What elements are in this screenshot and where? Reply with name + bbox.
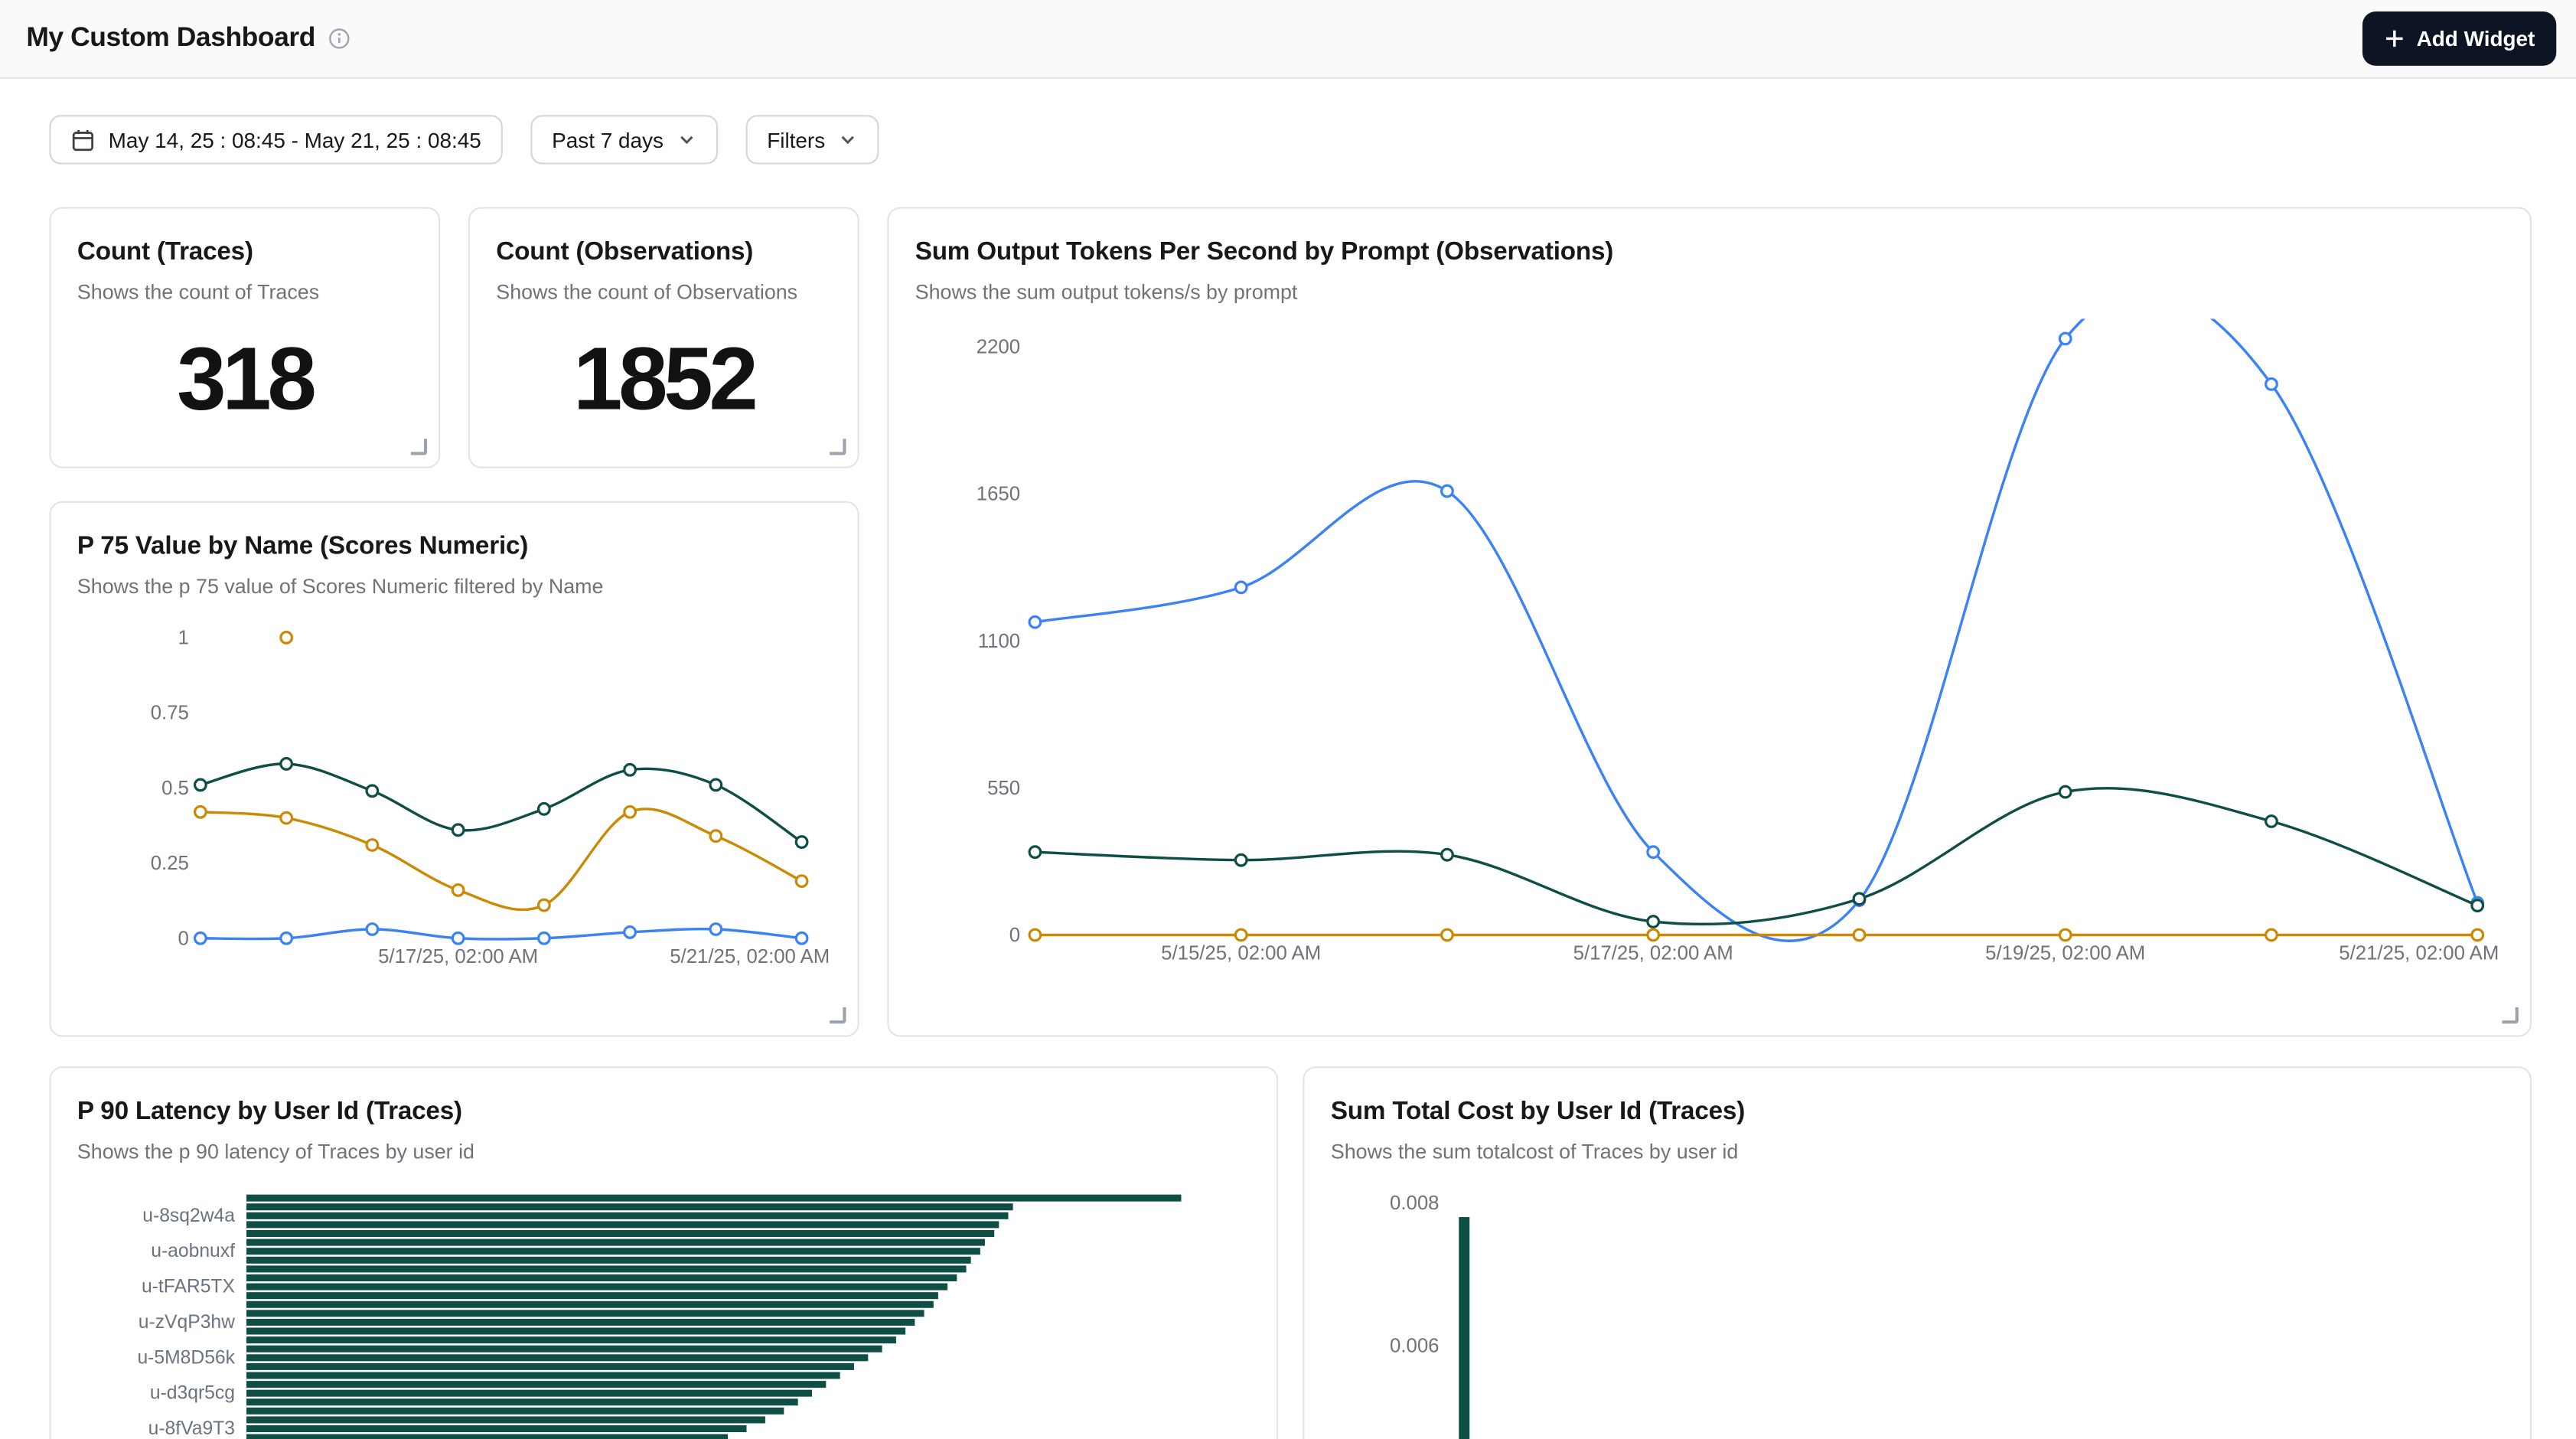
svg-text:u-aobnuxf: u-aobnuxf [151, 1241, 235, 1261]
range-preset-select[interactable]: Past 7 days [530, 115, 718, 164]
calendar-icon [70, 127, 95, 152]
svg-text:1: 1 [178, 628, 189, 649]
widget-p75-value[interactable]: P 75 Value by Name (Scores Numeric) Show… [49, 501, 859, 1037]
widget-subtitle: Shows the sum output tokens/s by prompt [915, 279, 2504, 305]
svg-text:u-zVqP3hw: u-zVqP3hw [139, 1312, 235, 1333]
widget-count-observations[interactable]: Count (Observations) Shows the count of … [468, 207, 859, 468]
widget-title: Sum Output Tokens Per Second by Prompt (… [915, 238, 2504, 268]
date-range-value: May 14, 25 : 08:45 - May 21, 25 : 08:45 [109, 127, 481, 152]
svg-text:5/21/25, 02:00 AM: 5/21/25, 02:00 AM [2339, 943, 2499, 964]
svg-text:5/21/25, 02:00 AM: 5/21/25, 02:00 AM [670, 946, 830, 967]
svg-text:0.008: 0.008 [1390, 1193, 1439, 1214]
page-title: My Custom Dashboard [26, 23, 315, 54]
svg-text:5/19/25, 02:00 AM: 5/19/25, 02:00 AM [1985, 943, 2145, 964]
svg-text:0.75: 0.75 [151, 703, 189, 724]
svg-text:0: 0 [1009, 925, 1020, 946]
dashboard-header: My Custom Dashboard Add Widget [0, 0, 2576, 79]
svg-text:u-d3qr5cg: u-d3qr5cg [150, 1383, 235, 1404]
widget-subtitle: Shows the count of Observations [496, 279, 831, 305]
sum-output-tokens-chart[interactable]: 0 550 1100 1650 2200 5/15/25, 02:00 AM 5/17/25… [915, 318, 2507, 976]
widget-grid-top: Count (Traces) Shows the count of Traces… [49, 207, 2532, 1036]
p75-value-chart[interactable]: 0 0.25 0.5 0.75 1 5/17/25, 02:00 AM 5/21/25, 0… [77, 605, 838, 974]
svg-text:0.006: 0.006 [1390, 1336, 1439, 1357]
filters-label: Filters [767, 127, 825, 152]
resize-handle[interactable] [411, 439, 427, 455]
widget-subtitle: Shows the p 75 value of Scores Numeric f… [77, 573, 831, 599]
svg-text:u-8sq2w4a: u-8sq2w4a [142, 1206, 235, 1226]
resize-handle[interactable] [830, 1007, 846, 1023]
info-icon[interactable] [328, 28, 350, 49]
widget-count-traces[interactable]: Count (Traces) Shows the count of Traces… [49, 207, 440, 468]
resize-handle[interactable] [830, 439, 846, 455]
svg-text:550: 550 [987, 778, 1020, 799]
add-widget-label: Add Widget [2417, 26, 2535, 51]
svg-text:5/17/25, 02:00 AM: 5/17/25, 02:00 AM [378, 946, 538, 967]
toolbar: May 14, 25 : 08:45 - May 21, 25 : 08:45 … [49, 115, 2526, 164]
svg-text:u-5M8D56k: u-5M8D56k [137, 1347, 235, 1368]
svg-text:u-tFAR5TX: u-tFAR5TX [142, 1277, 235, 1297]
svg-text:1100: 1100 [978, 631, 1020, 652]
widget-title: Count (Traces) [77, 238, 412, 268]
widget-subtitle: Shows the p 90 latency of Traces by user… [77, 1139, 1251, 1165]
widget-p90-latency[interactable]: P 90 Latency by User Id (Traces) Shows t… [49, 1066, 1278, 1439]
svg-text:0: 0 [178, 928, 189, 949]
widget-title: P 75 Value by Name (Scores Numeric) [77, 533, 831, 563]
p90-latency-chart[interactable]: u-8sq2w4a u-aobnuxf u-tFAR5TX u-zVqP3hw u-5M… [77, 1185, 1257, 1439]
widget-subtitle: Shows the sum totalcost of Traces by use… [1331, 1139, 2504, 1165]
count-observations-value: 1852 [496, 335, 831, 424]
svg-text:5/15/25, 02:00 AM: 5/15/25, 02:00 AM [1161, 943, 1321, 964]
widget-sum-output-tokens[interactable]: Sum Output Tokens Per Second by Prompt (… [887, 207, 2532, 1036]
chevron-down-icon [677, 130, 696, 150]
filters-button[interactable]: Filters [745, 115, 879, 164]
svg-text:1650: 1650 [977, 484, 1020, 505]
widget-title: Count (Observations) [496, 238, 831, 268]
svg-text:0.25: 0.25 [151, 853, 189, 874]
svg-text:u-8fVa9T3: u-8fVa9T3 [148, 1418, 235, 1439]
resize-handle[interactable] [2502, 1007, 2518, 1023]
svg-text:5/17/25, 02:00 AM: 5/17/25, 02:00 AM [1573, 943, 1733, 964]
svg-text:2200: 2200 [977, 337, 1020, 358]
range-preset-value: Past 7 days [552, 127, 664, 152]
widget-subtitle: Shows the count of Traces [77, 279, 412, 305]
svg-text:0.5: 0.5 [161, 778, 189, 799]
date-range-picker[interactable]: May 14, 25 : 08:45 - May 21, 25 : 08:45 [49, 115, 502, 164]
widget-sum-total-cost[interactable]: Sum Total Cost by User Id (Traces) Shows… [1303, 1066, 2532, 1439]
widget-title: Sum Total Cost by User Id (Traces) [1331, 1098, 2504, 1127]
widget-grid-bottom: P 90 Latency by User Id (Traces) Shows t… [49, 1066, 2532, 1439]
chevron-down-icon [838, 130, 858, 150]
count-traces-value: 318 [77, 335, 412, 424]
plus-icon [2384, 28, 2405, 49]
sum-total-cost-chart[interactable]: 0.008 0.006 [1331, 1185, 2510, 1439]
add-widget-button[interactable]: Add Widget [2362, 11, 2557, 66]
widget-title: P 90 Latency by User Id (Traces) [77, 1098, 1251, 1127]
dashboard-page: My Custom Dashboard Add Widget [0, 0, 2576, 1439]
